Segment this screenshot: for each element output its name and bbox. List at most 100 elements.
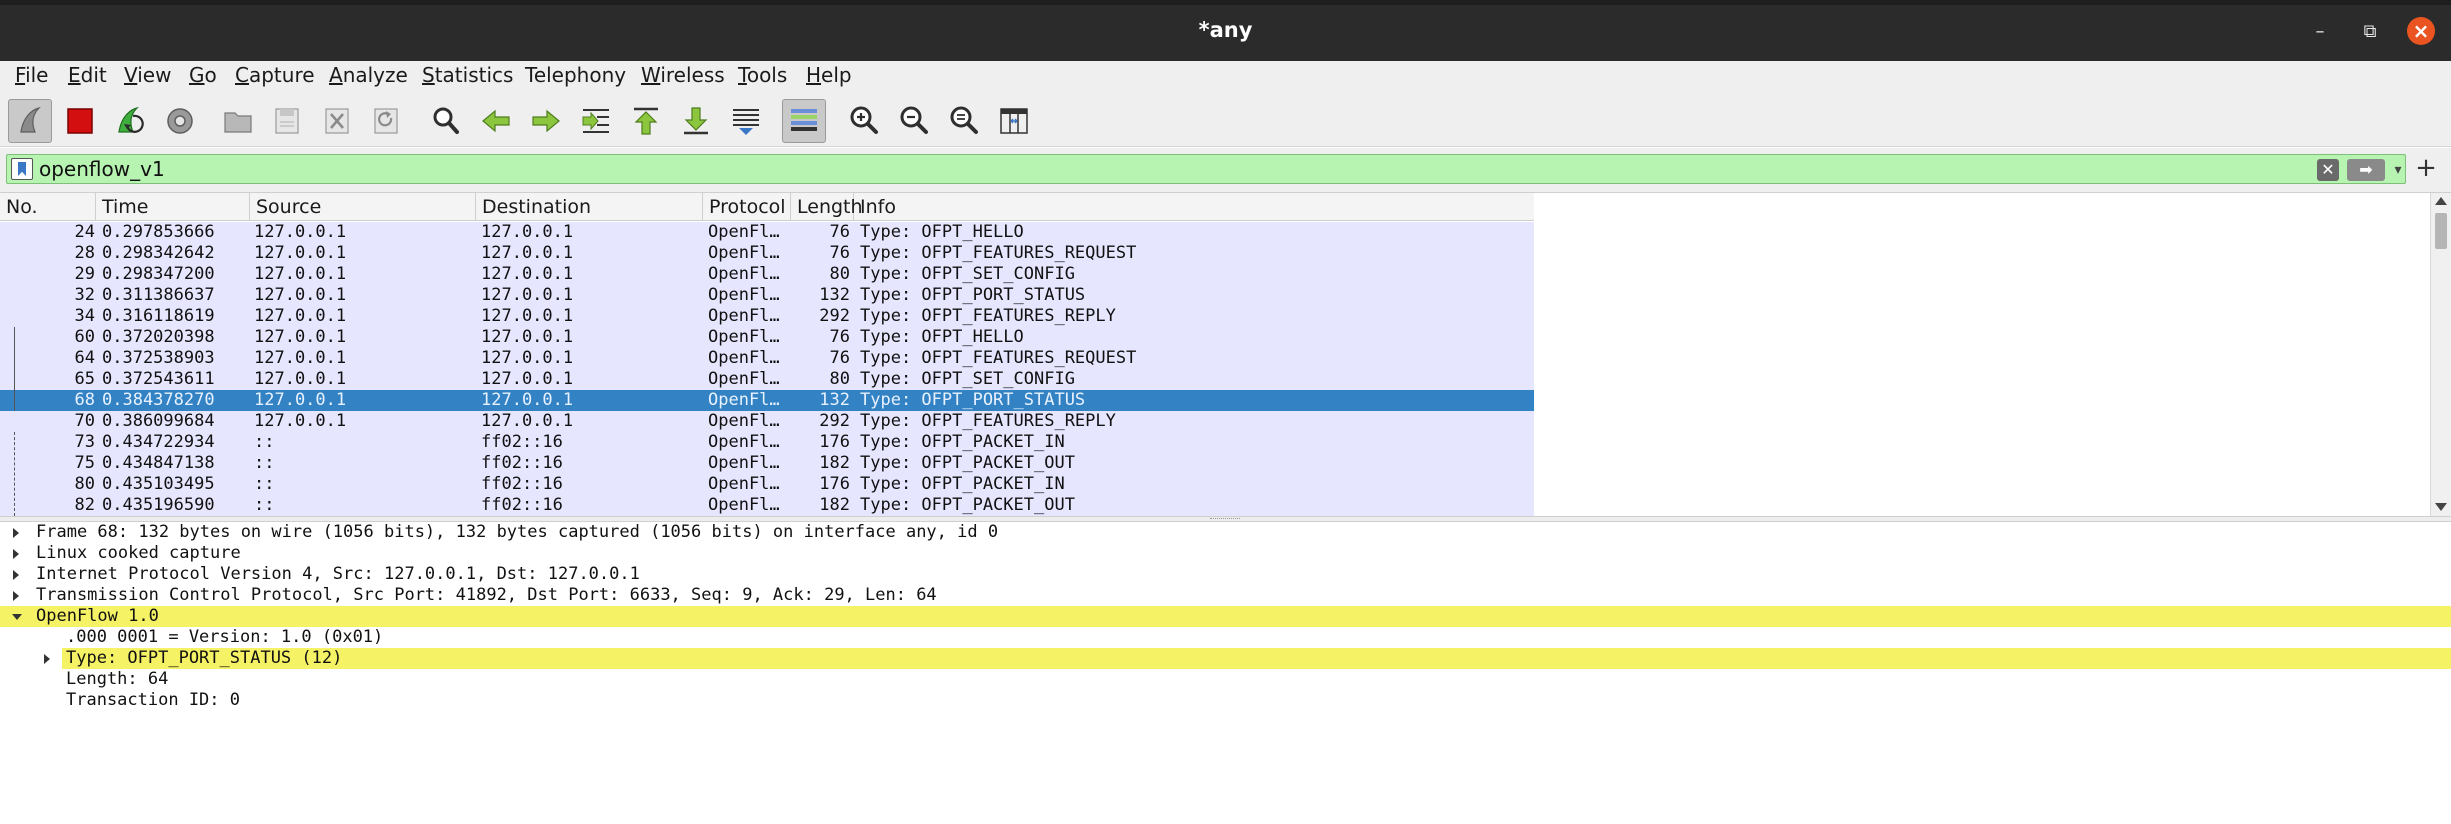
menu-capture[interactable]: Capture: [235, 63, 315, 87]
maximize-button[interactable]: ⧉: [2356, 17, 2384, 45]
display-filter-input[interactable]: openflow_v1 ✕ ➡ ▾: [6, 154, 2406, 184]
first-packet-icon[interactable]: [624, 99, 668, 143]
expand-arrow-icon[interactable]: [13, 570, 19, 580]
packet-row[interactable]: 32 0.311386637 127.0.0.1 127.0.0.1 OpenF…: [0, 285, 1534, 306]
last-packet-icon[interactable]: [674, 99, 718, 143]
packet-list-scrollbar[interactable]: [2430, 193, 2451, 517]
packet-row[interactable]: 65 0.372543611 127.0.0.1 127.0.0.1 OpenF…: [0, 369, 1534, 390]
packet-info: Type: OFPT_PACKET_OUT: [860, 495, 1075, 515]
detail-row-transaction-id[interactable]: Transaction ID: 0: [0, 690, 2451, 711]
display-filter-text[interactable]: openflow_v1: [39, 157, 165, 181]
restart-capture-icon[interactable]: [108, 99, 152, 143]
menu-view[interactable]: View: [124, 63, 171, 87]
menu-wireless[interactable]: Wireless: [641, 63, 725, 87]
go-back-icon[interactable]: [474, 99, 518, 143]
detail-row-version[interactable]: .000 0001 = Version: 1.0 (0x01): [0, 627, 2451, 648]
detail-row-frame[interactable]: Frame 68: 132 bytes on wire (1056 bits),…: [0, 522, 2451, 543]
packet-time: 0.386099684: [102, 411, 215, 431]
packet-destination: ff02::16: [481, 495, 563, 515]
resize-columns-icon[interactable]: [992, 99, 1036, 143]
menu-accel: W: [641, 63, 661, 87]
packet-source: 127.0.0.1: [254, 222, 347, 242]
detail-text: Transmission Control Protocol, Src Port:…: [36, 585, 937, 605]
packet-time: 0.434722934: [102, 432, 215, 452]
packet-info: Type: OFPT_HELLO: [860, 222, 1024, 242]
scroll-up-icon[interactable]: [2435, 197, 2447, 205]
packet-protocol: OpenFl…: [708, 306, 780, 326]
close-file-icon[interactable]: [315, 99, 359, 143]
start-capture-icon[interactable]: [8, 99, 52, 143]
filter-history-dropdown[interactable]: ▾: [2391, 159, 2405, 181]
expand-arrow-icon[interactable]: [13, 528, 19, 538]
add-filter-button[interactable]: +: [2414, 154, 2438, 184]
menu-telephony[interactable]: Telephony: [525, 63, 626, 87]
detail-row-tcp[interactable]: Transmission Control Protocol, Src Port:…: [0, 585, 2451, 606]
menu-analyze[interactable]: Analyze: [329, 63, 408, 87]
menu-help[interactable]: Help: [806, 63, 852, 87]
packet-time: 0.435103495: [102, 474, 215, 494]
detail-text: Transaction ID: 0: [66, 690, 240, 710]
packet-row[interactable]: 73 0.434722934 :: ff02::16 OpenFl… 176 T…: [0, 432, 1534, 453]
column-header-source[interactable]: Source: [250, 193, 476, 221]
menu-go[interactable]: Go: [189, 63, 217, 87]
packet-length: 176: [819, 432, 850, 452]
close-button[interactable]: ×: [2407, 17, 2435, 45]
menu-file[interactable]: File: [15, 63, 48, 87]
go-to-packet-icon[interactable]: [574, 99, 618, 143]
column-header-protocol[interactable]: Protocol: [703, 193, 791, 221]
packet-source: 127.0.0.1: [254, 306, 347, 326]
minimize-button[interactable]: –: [2306, 17, 2334, 45]
menu-edit[interactable]: Edit: [68, 63, 107, 87]
menu-statistics[interactable]: Statistics: [422, 63, 513, 87]
packet-row[interactable]: 24 0.297853666 127.0.0.1 127.0.0.1 OpenF…: [0, 222, 1534, 243]
packet-destination: 127.0.0.1: [481, 390, 574, 410]
column-header-info[interactable]: Info: [854, 193, 1534, 221]
apply-filter-icon[interactable]: ➡: [2347, 159, 2385, 181]
column-header-no[interactable]: No.: [0, 193, 96, 221]
packet-details-pane: Frame 68: 132 bytes on wire (1056 bits),…: [0, 522, 2451, 824]
column-header-destination[interactable]: Destination: [476, 193, 703, 221]
packet-row[interactable]: 60 0.372020398 127.0.0.1 127.0.0.1 OpenF…: [0, 327, 1534, 348]
packet-row[interactable]: 75 0.434847138 :: ff02::16 OpenFl… 182 T…: [0, 453, 1534, 474]
detail-row-linux-cooked[interactable]: Linux cooked capture: [0, 543, 2451, 564]
scroll-down-icon[interactable]: [2435, 503, 2447, 511]
auto-scroll-icon[interactable]: [724, 99, 768, 143]
open-file-icon[interactable]: [216, 99, 260, 143]
normal-size-icon[interactable]: [942, 99, 986, 143]
packet-row[interactable]: 80 0.435103495 :: ff02::16 OpenFl… 176 T…: [0, 474, 1534, 495]
packet-row[interactable]: 64 0.372538903 127.0.0.1 127.0.0.1 OpenF…: [0, 348, 1534, 369]
zoom-in-icon[interactable]: [842, 99, 886, 143]
save-file-icon[interactable]: [265, 99, 309, 143]
stop-capture-icon[interactable]: [58, 99, 102, 143]
packet-row[interactable]: 34 0.316118619 127.0.0.1 127.0.0.1 OpenF…: [0, 306, 1534, 327]
packet-row[interactable]: 28 0.298342642 127.0.0.1 127.0.0.1 OpenF…: [0, 243, 1534, 264]
packet-length: 182: [819, 495, 850, 515]
expand-arrow-icon[interactable]: [13, 591, 19, 601]
go-forward-icon[interactable]: [524, 99, 568, 143]
reload-file-icon[interactable]: [364, 99, 408, 143]
packet-row-selected[interactable]: 68 0.384378270 127.0.0.1 127.0.0.1 OpenF…: [0, 390, 1534, 411]
splitter-grip[interactable]: [1210, 518, 1240, 520]
clear-filter-icon[interactable]: ✕: [2317, 159, 2339, 181]
column-header-length[interactable]: Length: [791, 193, 863, 221]
collapse-arrow-icon[interactable]: [12, 614, 22, 620]
detail-row-ipv4[interactable]: Internet Protocol Version 4, Src: 127.0.…: [0, 564, 2451, 585]
detail-row-type[interactable]: Type: OFPT_PORT_STATUS (12): [0, 648, 2451, 669]
column-header-time[interactable]: Time: [96, 193, 250, 221]
packet-row[interactable]: 82 0.435196590 :: ff02::16 OpenFl… 182 T…: [0, 495, 1534, 516]
expand-arrow-icon[interactable]: [13, 549, 19, 559]
packet-row[interactable]: 70 0.386099684 127.0.0.1 127.0.0.1 OpenF…: [0, 411, 1534, 432]
detail-row-length[interactable]: Length: 64: [0, 669, 2451, 690]
packet-no: 34: [74, 306, 95, 326]
zoom-out-icon[interactable]: [892, 99, 936, 143]
bookmark-icon[interactable]: [11, 158, 33, 180]
menu-tools[interactable]: Tools: [738, 63, 787, 87]
colorize-icon[interactable]: [782, 99, 826, 143]
scroll-thumb[interactable]: [2435, 213, 2447, 249]
packet-no: 70: [74, 411, 95, 431]
expand-arrow-icon[interactable]: [44, 654, 50, 664]
find-packet-icon[interactable]: [424, 99, 468, 143]
packet-row[interactable]: 29 0.298347200 127.0.0.1 127.0.0.1 OpenF…: [0, 264, 1534, 285]
capture-options-icon[interactable]: [158, 99, 202, 143]
detail-row-openflow[interactable]: OpenFlow 1.0: [0, 606, 2451, 627]
